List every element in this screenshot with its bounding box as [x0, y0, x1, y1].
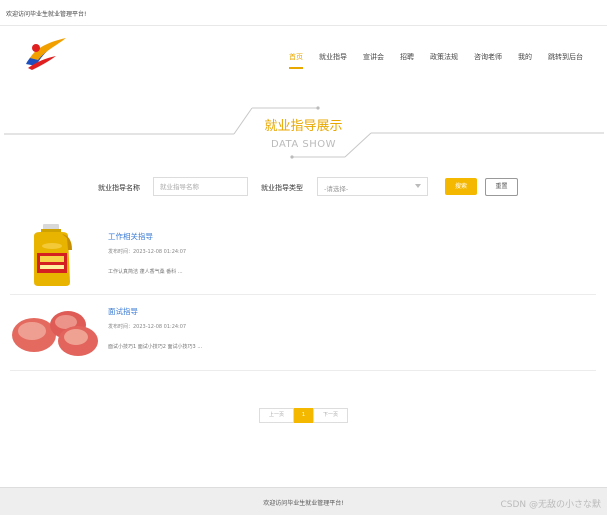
- title-decoration: [4, 106, 604, 159]
- next-page-button[interactable]: 下一页: [313, 408, 348, 423]
- search-bar: 就业指导名称 就业指导类型 -请选择- 搜索 重置: [0, 177, 607, 199]
- nav-home[interactable]: 首页: [289, 50, 303, 69]
- chevron-down-icon: [415, 184, 421, 188]
- search-button[interactable]: 搜索: [445, 178, 477, 195]
- nav-consult-teacher[interactable]: 咨询老师: [474, 50, 502, 69]
- item-desc: 工作认真简洁 蓬人香气桑 番科 ...: [108, 269, 183, 275]
- item-title[interactable]: 面试指导: [108, 306, 138, 317]
- section-title-cn: 就业指导展示: [264, 119, 343, 134]
- logo-icon: [26, 38, 66, 70]
- item-time: 发布时间：2023-12-08 01:24:07: [108, 324, 187, 330]
- type-select[interactable]: -请选择-: [317, 177, 428, 196]
- nav-guidance[interactable]: 就业指导: [319, 50, 347, 69]
- item-time: 发布时间：2023-12-08 01:24:07: [108, 249, 187, 255]
- name-label: 就业指导名称: [98, 184, 140, 192]
- type-label: 就业指导类型: [261, 184, 303, 192]
- section-title-en: DATA SHOW: [270, 139, 337, 150]
- name-search-input[interactable]: [153, 177, 248, 196]
- pagination: 上一页 1 下一页: [259, 408, 348, 423]
- section-title: 就业指导展示 DATA SHOW: [0, 100, 607, 170]
- site-logo[interactable]: [22, 34, 68, 72]
- list-item[interactable]: 面试指导 发布时间：2023-12-08 01:24:07 面试小技巧1 面试小…: [10, 295, 596, 371]
- type-select-value: -请选择-: [324, 185, 349, 193]
- main-nav: 首页 就业指导 宣讲会 招聘 政策法规 咨询老师 我的 跳转到后台: [281, 50, 591, 69]
- reset-button[interactable]: 重置: [485, 178, 518, 196]
- page-1-button[interactable]: 1: [294, 408, 313, 423]
- item-desc: 面试小技巧1 面试小技巧2 面试小技巧3 ...: [108, 344, 203, 350]
- nav-admin[interactable]: 跳转到后台: [548, 50, 583, 69]
- list-item[interactable]: 工作相关指导 发布时间：2023-12-08 01:24:07 工作认真简洁 蓬…: [10, 220, 596, 295]
- nav-policies[interactable]: 政策法规: [430, 50, 458, 69]
- prev-page-button[interactable]: 上一页: [259, 408, 294, 423]
- top-bar: 欢迎访问毕业生就业管理平台!: [0, 0, 607, 26]
- nav-recruitment[interactable]: 招聘: [400, 50, 414, 69]
- watermark: CSDN @无敌の小さな默: [500, 500, 601, 510]
- nav-presentations[interactable]: 宣讲会: [363, 50, 384, 69]
- item-title[interactable]: 工作相关指导: [108, 231, 153, 242]
- nav-mine[interactable]: 我的: [518, 50, 532, 69]
- welcome-text: 欢迎访问毕业生就业管理平台!: [6, 11, 87, 18]
- apples-image[interactable]: [10, 295, 102, 363]
- oil-bottle-image[interactable]: [10, 220, 102, 288]
- guidance-list: 工作相关指导 发布时间：2023-12-08 01:24:07 工作认真简洁 蓬…: [10, 220, 596, 371]
